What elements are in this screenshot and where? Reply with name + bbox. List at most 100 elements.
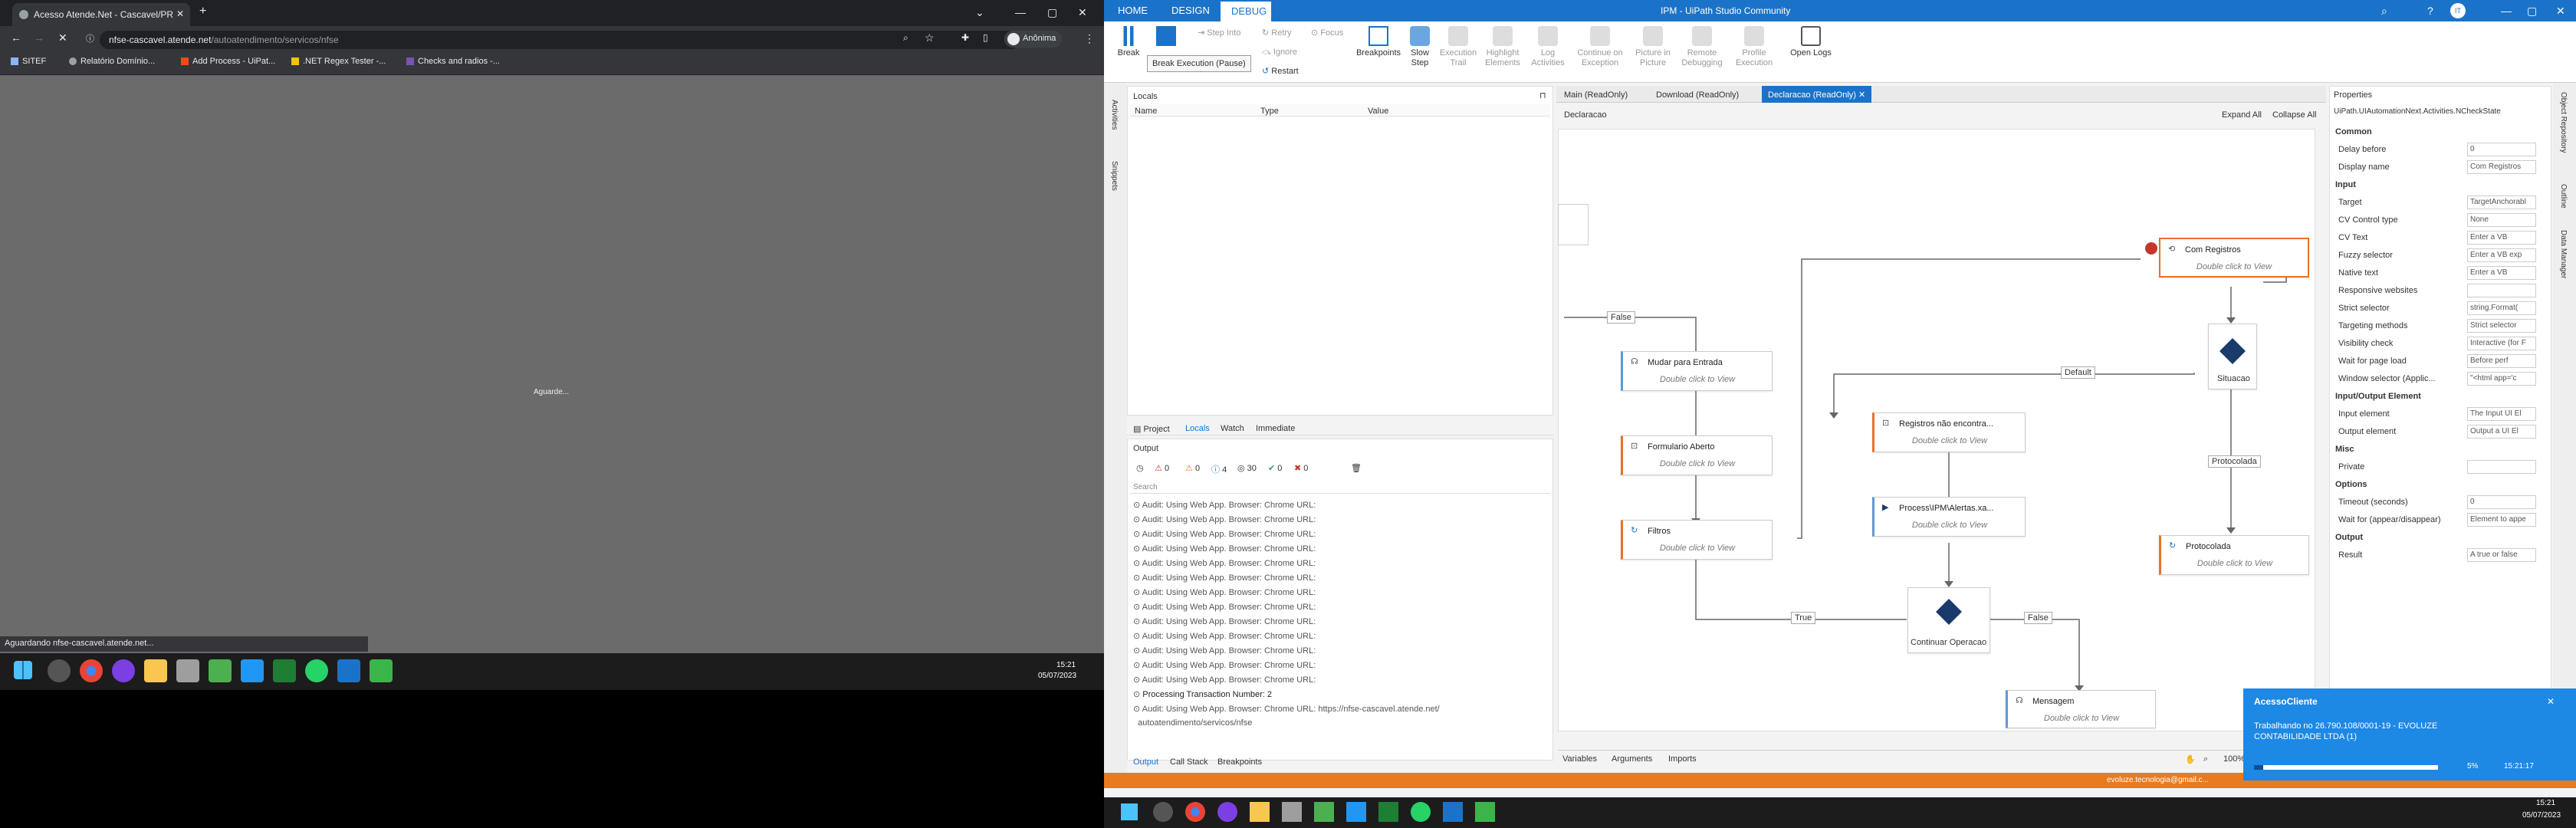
- notes-icon[interactable]: [1282, 802, 1302, 822]
- activity-com-registros[interactable]: ⟲ Com Registros Double click to View: [2159, 238, 2309, 278]
- close-window-icon[interactable]: ✕: [2556, 5, 2565, 18]
- side-tab-activities[interactable]: Activities: [1110, 100, 1119, 130]
- ignore-button[interactable]: ⤼ Ignore: [1262, 48, 1297, 58]
- failure-count[interactable]: ✖ 0: [1294, 463, 1308, 473]
- close-icon[interactable]: ✕: [2547, 696, 2555, 707]
- doc-tab-main[interactable]: Main (ReadOnly): [1564, 90, 1628, 100]
- app-icon-1[interactable]: [1217, 802, 1237, 822]
- chevron-down-icon[interactable]: ⌄: [975, 6, 984, 19]
- property-value[interactable]: The Input UI El: [2467, 407, 2536, 421]
- profile-execution-button[interactable]: Profile Execution: [1730, 26, 1779, 68]
- sheet-icon[interactable]: [1346, 802, 1366, 822]
- side-tab-outline[interactable]: Outline: [2559, 184, 2568, 209]
- uipath-studio-icon[interactable]: [1443, 802, 1463, 822]
- bookmark-uipath[interactable]: Add Process - UiPat...: [181, 57, 275, 66]
- breakpoints-button[interactable]: Breakpoints: [1354, 26, 1403, 58]
- profile-button[interactable]: Anônima: [1004, 31, 1063, 48]
- back-icon[interactable]: ←: [11, 31, 21, 44]
- search-icon[interactable]: ⌕: [903, 32, 909, 44]
- retry-button[interactable]: ↻ Retry: [1262, 28, 1292, 38]
- whatsapp-icon[interactable]: [305, 659, 328, 682]
- property-value[interactable]: [2467, 460, 2536, 474]
- warning-count[interactable]: ⚠ 0: [1185, 463, 1200, 473]
- property-value[interactable]: Enter a VB: [2467, 231, 2536, 245]
- activity-protocolada[interactable]: ↻ Protocolada Double click to View: [2159, 535, 2309, 575]
- continue-on-exception-button[interactable]: Continue on Exception: [1572, 26, 1628, 68]
- tab-locals[interactable]: Locals: [1185, 424, 1210, 433]
- property-section[interactable]: Input/Output Element: [2335, 392, 2421, 401]
- property-value[interactable]: Element to appe: [2467, 513, 2536, 527]
- document-icon[interactable]: [209, 659, 232, 682]
- doc-tab-download[interactable]: Download (ReadOnly): [1656, 90, 1739, 100]
- pan-icon[interactable]: ✋: [2185, 754, 2196, 764]
- tab-project[interactable]: ▤ Project: [1133, 424, 1170, 434]
- close-icon[interactable]: ✕: [1858, 90, 1865, 100]
- execution-trail-button[interactable]: Execution Trail: [1438, 26, 1478, 68]
- excel-icon[interactable]: [273, 659, 296, 682]
- clock-filter-icon[interactable]: ◷: [1136, 463, 1144, 473]
- file-explorer-icon[interactable]: [144, 659, 167, 682]
- property-value[interactable]: string.Format(: [2467, 301, 2536, 315]
- tab-immediate[interactable]: Immediate: [1256, 424, 1295, 433]
- minimize-icon[interactable]: —: [2501, 5, 2512, 17]
- notes-icon[interactable]: [176, 659, 199, 682]
- search-icon[interactable]: ⌕: [2381, 5, 2387, 18]
- property-value[interactable]: Before perf: [2467, 354, 2536, 368]
- minimize-icon[interactable]: —: [1015, 6, 1026, 18]
- address-bar[interactable]: nfse-cascavel.atende.net/autoatendimento…: [100, 31, 1020, 49]
- document-icon[interactable]: [1314, 802, 1334, 822]
- property-value[interactable]: 0: [2467, 495, 2536, 509]
- tab-variables[interactable]: Variables: [1562, 754, 1597, 764]
- break-button[interactable]: Break: [1113, 26, 1144, 58]
- property-section[interactable]: Options: [2335, 480, 2367, 489]
- property-section[interactable]: Output: [2335, 533, 2363, 542]
- tab-output[interactable]: Output: [1133, 757, 1158, 767]
- remote-debugging-button[interactable]: Remote Debugging: [1677, 26, 1727, 68]
- bookmark-relatorio[interactable]: Relatório Domínio...: [69, 57, 155, 66]
- activity-formulario-aberto[interactable]: ⊡ Formulario Aberto Double click to View: [1621, 435, 1773, 475]
- error-count[interactable]: ⚠ 0: [1155, 463, 1169, 473]
- chrome-icon[interactable]: [80, 659, 103, 682]
- chrome-icon[interactable]: [1185, 802, 1205, 822]
- side-tab-data-manager[interactable]: Data Manager: [2559, 230, 2568, 278]
- clear-output-icon[interactable]: 🗑: [1351, 463, 1362, 473]
- extensions-icon[interactable]: ✚: [961, 32, 969, 43]
- collapsed-node[interactable]: [1558, 204, 1589, 245]
- windows-start-icon[interactable]: [14, 661, 32, 679]
- star-icon[interactable]: ☆: [925, 31, 935, 44]
- property-value[interactable]: None: [2467, 213, 2536, 227]
- tab-call-stack[interactable]: Call Stack: [1170, 757, 1208, 767]
- tab-design[interactable]: DESIGN: [1171, 5, 1210, 16]
- property-value[interactable]: Enter a VB: [2467, 266, 2536, 280]
- stop-button[interactable]: [1156, 26, 1176, 46]
- locals-col-value[interactable]: Value: [1368, 107, 1388, 116]
- browser-tab[interactable]: Acesso Atende.Net - Cascavel/PR ✕: [12, 3, 190, 26]
- property-value[interactable]: 0: [2467, 143, 2536, 156]
- avatar[interactable]: IT: [2450, 3, 2466, 18]
- success-count[interactable]: ✔ 0: [1268, 463, 1282, 473]
- tab-debug[interactable]: DEBUG: [1221, 2, 1271, 21]
- tab-imports[interactable]: Imports: [1668, 754, 1697, 764]
- app-icon-1[interactable]: [112, 659, 135, 682]
- doc-tab-declaracao[interactable]: Declaracao (ReadOnly) ✕: [1762, 86, 1872, 103]
- step-into-button[interactable]: ⇥ Step Into: [1198, 28, 1240, 38]
- output-search[interactable]: Search: [1130, 481, 1550, 494]
- activity-mudar-para-entrada[interactable]: ☊ Mudar para Entrada Double click to Vie…: [1621, 351, 1773, 391]
- tab-arguments[interactable]: Arguments: [1612, 754, 1652, 764]
- property-value[interactable]: Enter a VB exp: [2467, 248, 2536, 262]
- uipath-assistant-icon[interactable]: [1475, 802, 1495, 822]
- trace-count[interactable]: ◎ 30: [1237, 463, 1257, 473]
- whatsapp-icon[interactable]: [1411, 802, 1431, 822]
- uipath-studio-icon[interactable]: [337, 659, 360, 682]
- log-activities-button[interactable]: Log Activities: [1527, 26, 1569, 68]
- help-icon[interactable]: ?: [2427, 5, 2433, 17]
- notification-toast[interactable]: AcessoCliente ✕ Trabalhando no 26.790.10…: [2243, 688, 2576, 780]
- pin-icon[interactable]: ⊓: [1539, 90, 1546, 100]
- locals-col-name[interactable]: Name: [1135, 107, 1157, 116]
- windows-start-icon[interactable]: [1121, 803, 1138, 820]
- activity-registros-nao-encontrados[interactable]: ⊡ Registros não encontra... Double click…: [1872, 412, 2026, 452]
- focus-button[interactable]: ⊙ Focus: [1311, 28, 1343, 38]
- settings-icon[interactable]: [48, 659, 71, 682]
- property-value[interactable]: Com Registros: [2467, 160, 2536, 174]
- open-logs-button[interactable]: Open Logs: [1789, 26, 1832, 58]
